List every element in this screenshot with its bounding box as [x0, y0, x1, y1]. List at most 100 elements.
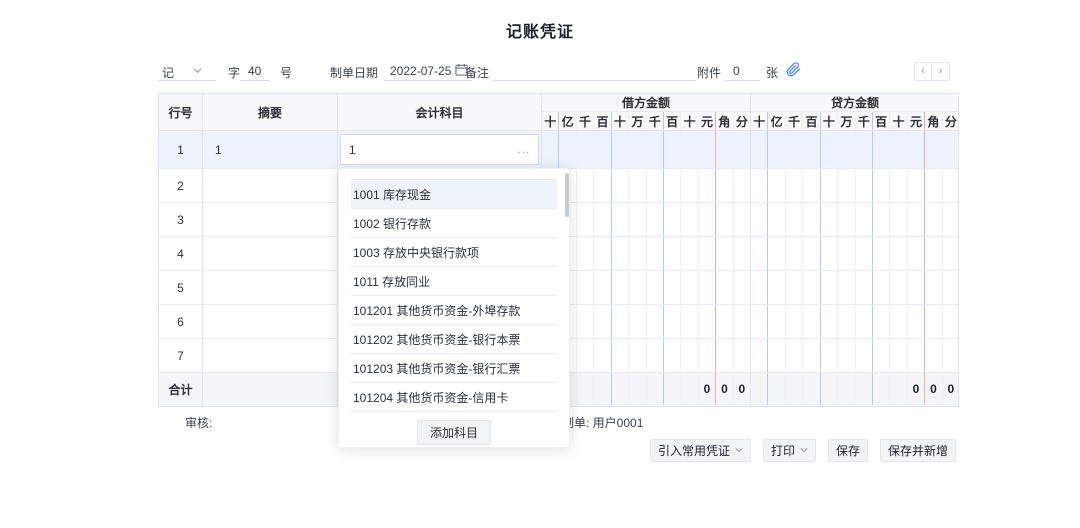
row-no-cell: 4 — [159, 237, 203, 270]
credit-digit-8 — [889, 203, 906, 236]
voucher-type-select[interactable]: 记 — [162, 64, 174, 81]
credit-digit-header-6: 千 — [855, 112, 872, 130]
add-account-button[interactable]: 添加科目 — [417, 420, 491, 445]
account-input[interactable]: 1... — [340, 134, 539, 165]
save-button[interactable]: 保存 — [828, 439, 868, 462]
save-and-new-button[interactable]: 保存并新增 — [880, 439, 956, 462]
number-label: 号 — [280, 64, 292, 81]
print-button[interactable]: 打印 — [763, 439, 816, 462]
debit-digit-6 — [646, 339, 663, 372]
prev-voucher-button[interactable]: ‹ — [914, 62, 932, 81]
debit-amount-cells[interactable] — [542, 169, 751, 202]
import-common-voucher-button[interactable]: 引入常用凭证 — [650, 439, 751, 462]
credit-digit-header-0: 十 — [751, 112, 767, 130]
date-label: 制单日期 — [330, 64, 378, 81]
credit-digit-2 — [785, 271, 802, 304]
debit-amount-cells[interactable] — [542, 339, 751, 372]
summary-cell[interactable]: 1 — [203, 131, 338, 168]
total-credit-digit-11: 0 — [942, 373, 959, 405]
credit-digit-1 — [767, 271, 784, 304]
credit-amount-cells[interactable] — [751, 169, 959, 202]
next-voucher-button[interactable]: › — [932, 62, 950, 81]
credit-digit-3 — [802, 131, 819, 168]
credit-digit-3 — [802, 169, 819, 202]
credit-digit-1 — [767, 169, 784, 202]
debit-digit-header-9: 元 — [698, 112, 715, 130]
credit-digit-1 — [767, 305, 784, 338]
total-label: 合计 — [159, 373, 203, 406]
account-option-1003[interactable]: 1003 存放中央银行款项 — [351, 238, 557, 267]
summary-cell[interactable] — [203, 169, 338, 202]
credit-digit-2 — [785, 237, 802, 270]
page-title: 记账凭证 — [0, 18, 1080, 42]
debit-amount-cells[interactable] — [542, 271, 751, 304]
debit-digit-7 — [663, 169, 680, 202]
account-option-clipped[interactable] — [351, 412, 557, 415]
chevron-down-icon[interactable] — [193, 66, 202, 77]
debit-digit-10 — [715, 305, 732, 338]
debit-amount-cells[interactable] — [542, 203, 751, 236]
debit-digit-9 — [698, 237, 715, 270]
attachment-unit-label: 张 — [766, 64, 778, 81]
debit-digit-4 — [611, 131, 628, 168]
account-cell[interactable]: 1... — [338, 131, 542, 168]
account-option-101201[interactable]: 101201 其他货币资金-外埠存款 — [351, 296, 557, 325]
attachment-count-input[interactable]: 0 — [733, 64, 740, 78]
word-label: 字 — [228, 64, 240, 81]
voucher-number-input[interactable]: 40 — [248, 64, 261, 78]
debit-digit-2 — [576, 203, 593, 236]
credit-digit-10 — [924, 339, 941, 372]
debit-amount-cells[interactable] — [542, 305, 751, 338]
column-header-account: 会计科目 — [338, 94, 542, 130]
summary-cell[interactable] — [203, 305, 338, 338]
credit-digit-2 — [785, 339, 802, 372]
credit-digit-5 — [837, 271, 854, 304]
total-debit-digit-4 — [611, 373, 628, 405]
credit-amount-cells[interactable] — [751, 305, 959, 338]
credit-amount-cells[interactable] — [751, 131, 959, 168]
summary-cell[interactable] — [203, 271, 338, 304]
total-credit-digit-9: 0 — [907, 373, 924, 405]
date-input[interactable]: 2022-07-25 — [390, 64, 451, 78]
paperclip-icon[interactable] — [786, 62, 801, 82]
summary-cell[interactable] — [203, 203, 338, 236]
debit-digit-3 — [593, 131, 610, 168]
total-debit-digit-6 — [646, 373, 663, 405]
account-option-101202[interactable]: 101202 其他货币资金-银行本票 — [351, 325, 557, 354]
debit-digit-8 — [680, 271, 697, 304]
credit-digit-7 — [872, 203, 889, 236]
account-picker-ellipsis-button[interactable]: ... — [518, 144, 530, 156]
debit-amount-cells[interactable] — [542, 237, 751, 270]
account-option-101204[interactable]: 101204 其他货币资金-信用卡 — [351, 383, 557, 412]
debit-digit-header-0: 十 — [542, 112, 558, 130]
account-option-1011[interactable]: 1011 存放同业 — [351, 267, 557, 296]
debit-digit-7 — [663, 237, 680, 270]
debit-digit-header-2: 千 — [576, 112, 593, 130]
credit-digit-4 — [820, 169, 837, 202]
account-option-1002[interactable]: 1002 银行存款 — [351, 209, 557, 238]
debit-digit-6 — [646, 131, 663, 168]
debit-digit-4 — [611, 169, 628, 202]
dropdown-scrollbar[interactable] — [565, 173, 569, 217]
credit-digit-header-9: 元 — [907, 112, 924, 130]
credit-digit-8 — [889, 339, 906, 372]
credit-amount-cells[interactable] — [751, 271, 959, 304]
credit-digit-2 — [785, 131, 802, 168]
summary-cell[interactable] — [203, 237, 338, 270]
debit-digit-6 — [646, 169, 663, 202]
debit-digit-10 — [715, 339, 732, 372]
credit-digit-7 — [872, 169, 889, 202]
debit-digit-5 — [628, 237, 645, 270]
debit-digit-8 — [680, 305, 697, 338]
debit-amount-cells[interactable] — [542, 131, 751, 168]
credit-amount-cells[interactable] — [751, 237, 959, 270]
debit-digit-8 — [680, 237, 697, 270]
account-option-1001[interactable]: 1001 库存现金 — [351, 180, 557, 209]
credit-amount-cells[interactable] — [751, 203, 959, 236]
account-option-101203[interactable]: 101203 其他货币资金-银行汇票 — [351, 354, 557, 383]
credit-digit-3 — [802, 237, 819, 270]
row-no-cell: 7 — [159, 339, 203, 372]
debit-digit-header-8: 十 — [680, 112, 697, 130]
summary-cell[interactable] — [203, 339, 338, 372]
credit-amount-cells[interactable] — [751, 339, 959, 372]
